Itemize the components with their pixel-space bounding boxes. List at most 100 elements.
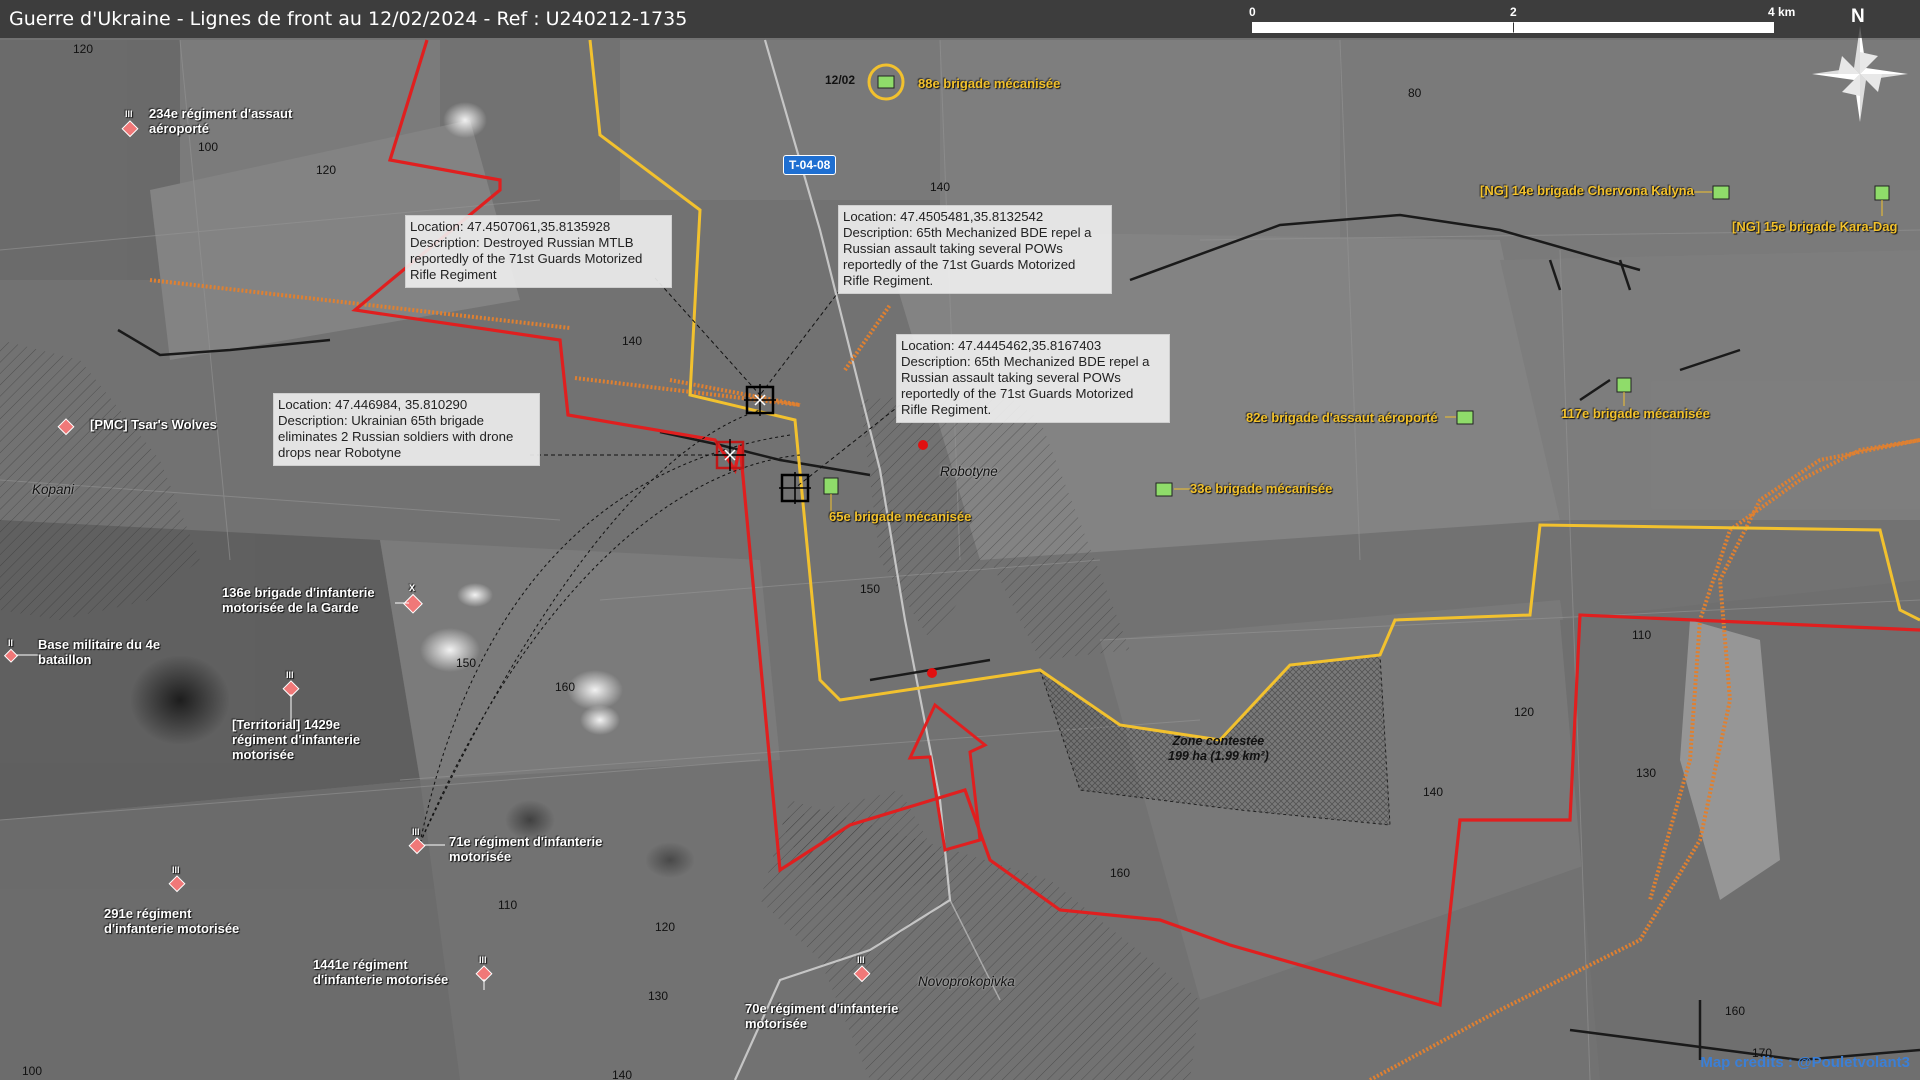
contested-zone-area: 199 ha (1.99 km²) <box>1168 749 1269 763</box>
callout-line: Rifle Regiment <box>410 267 497 282</box>
ru-unit-1441[interactable]: 1441e régiment d'infanterie motorisée <box>313 957 448 987</box>
callout-leaders <box>530 277 901 489</box>
ua-unit-88[interactable]: 88e brigade mécanisée <box>918 76 1060 91</box>
town-robotyne: Robotyne <box>940 464 998 479</box>
unit-label-line: [PMC] Tsar's Wolves <box>90 417 217 432</box>
ua-unit-82[interactable]: 82e brigade d'assaut aéroporté <box>1246 410 1438 425</box>
ru-unit-70[interactable]: 70e régiment d'infanterie motorisée <box>745 1001 898 1031</box>
elevation-label: 120 <box>73 42 94 56</box>
elevation-label: 150 <box>860 582 881 596</box>
ru-unit-4th-base[interactable]: Base militaire du 4e bataillon <box>38 637 160 667</box>
scale-label-4km: 4 km <box>1768 5 1796 19</box>
event-callout-3[interactable]: Location: 47.4445462,35.8167403 Descript… <box>896 334 1170 423</box>
elevation-label: 80 <box>1408 86 1422 100</box>
unit-label-line: 71e régiment d'infanterie <box>449 834 603 849</box>
unit-label-line: aéroporté <box>149 121 209 136</box>
callout-line: reportedly of the 71st Guards Motorized <box>843 257 1076 272</box>
callout-line: Description: Destroyed Russian MTLB <box>410 235 634 250</box>
ru-unit-136[interactable]: 136e brigade d'infanterie motorisée de l… <box>222 585 375 615</box>
event-marker-3[interactable] <box>779 472 811 504</box>
military-overlay <box>3 26 1920 1008</box>
strike-marker <box>927 668 937 678</box>
map-title: Guerre d'Ukraine - Lignes de front au 12… <box>9 8 688 30</box>
unit-label-line: motorisée <box>745 1016 808 1031</box>
elevation-label: 140 <box>622 334 643 348</box>
town-novoprokopivka: Novoprokopivka <box>918 974 1015 989</box>
ru-unit-71[interactable]: 71e régiment d'infanterie motorisée <box>449 834 602 864</box>
echelon-mark: III <box>125 109 133 119</box>
elevation-label: 140 <box>930 180 951 194</box>
contested-zone-label: Zone contestée 199 ha (1.99 km²) <box>1168 734 1269 764</box>
callout-line: Description: 65th Mechanized BDE repel a <box>901 354 1150 369</box>
elevation-label: 160 <box>555 680 576 694</box>
unit-label-line: d'infanterie motorisée <box>313 972 449 987</box>
event-marker-1[interactable] <box>744 384 776 416</box>
echelon-mark: X <box>409 583 416 593</box>
ukrainian-front-line <box>588 39 1920 742</box>
callout-line: Rifle Regiment. <box>901 402 992 417</box>
callout-line: reportedly of the 71st Guards Motorized <box>410 251 643 266</box>
elevation-label: 120 <box>1514 705 1535 719</box>
callout-line: drops near Robotyne <box>278 445 402 460</box>
compass-rose-icon <box>1812 26 1908 122</box>
echelon-mark: III <box>857 955 865 965</box>
unit-label-line: Base militaire du 4e <box>38 637 161 652</box>
ua-unit-33[interactable]: 33e brigade mécanisée <box>1190 481 1332 496</box>
event-callout-2[interactable]: Location: 47.4505481,35.8132542 Descript… <box>838 205 1112 294</box>
elevation-label: 160 <box>1725 1004 1746 1018</box>
unit-label-line: [Territorial] 1429e <box>232 717 341 732</box>
elevation-label: 140 <box>612 1068 633 1080</box>
ua-unit-15-ng[interactable]: [NG] 15e brigade Kara-Dag <box>1732 219 1897 234</box>
compass-north-label: N <box>1851 6 1865 27</box>
callout-line: Location: 47.446984, 35.810290 <box>278 397 468 412</box>
russian-assault-arrow <box>907 702 988 852</box>
town-kopani: Kopani <box>32 482 75 497</box>
elevation-label: 140 <box>1423 785 1444 799</box>
ua-unit-117[interactable]: 117e brigade mécanisée <box>1561 406 1710 421</box>
unit-label-line: 234e régiment d'assaut <box>149 106 293 121</box>
elevation-label: 100 <box>22 1064 43 1078</box>
event-callout-1[interactable]: Location: 47.4507061,35.8135928 Descript… <box>405 215 672 288</box>
callout-line: eliminates 2 Russian soldiers with drone <box>278 429 514 444</box>
callout-line: Russian assault taking several POWs <box>901 370 1121 385</box>
event-callout-4[interactable]: Location: 47.446984, 35.810290 Descripti… <box>273 393 540 466</box>
callout-line: Description: 65th Mechanized BDE repel a <box>843 225 1092 240</box>
elevation-label: 120 <box>316 163 337 177</box>
scale-label-0: 0 <box>1249 5 1256 19</box>
unit-label-line: 70e régiment d'infanterie <box>745 1001 899 1016</box>
callout-line: reportedly of the 71st Guards Motorized <box>901 386 1134 401</box>
unit-label-line: d'infanterie motorisée <box>104 921 240 936</box>
elevation-label: 120 <box>655 920 676 934</box>
echelon-mark: III <box>479 955 487 965</box>
echelon-mark: III <box>172 865 180 875</box>
elevation-label: 110 <box>498 898 518 912</box>
ru-unit-1429[interactable]: [Territorial] 1429e régiment d'infanteri… <box>232 717 360 762</box>
scale-label-2: 2 <box>1510 5 1517 19</box>
road-label-t0408: T-04-08 <box>783 155 837 175</box>
ru-unit-tsars-wolves[interactable]: [PMC] Tsar's Wolves <box>90 417 217 432</box>
ua-unit-14-ng[interactable]: [NG] 14e brigade Chervona Kalyna <box>1480 183 1694 198</box>
callout-line: Russian assault taking several POWs <box>843 241 1063 256</box>
scale-bar <box>1252 22 1774 33</box>
elevation-label: 130 <box>648 989 669 1003</box>
ru-unit-291[interactable]: 291e régiment d'infanterie motorisée <box>104 906 239 936</box>
unit-label-line: bataillon <box>38 652 92 667</box>
callout-line: Location: 47.4505481,35.8132542 <box>843 209 1044 224</box>
unit-label-line: régiment d'infanterie <box>232 732 361 747</box>
map-credits[interactable]: Map credits : @Pouletvolant3 <box>1700 1054 1910 1071</box>
unit-label-line: 1441e régiment <box>313 957 408 972</box>
callout-line: Location: 47.4445462,35.8167403 <box>901 338 1102 353</box>
elevation-label: 150 <box>456 656 477 670</box>
unit-label-line: 291e régiment <box>104 906 192 921</box>
ua-unit-65[interactable]: 65e brigade mécanisée <box>829 509 971 524</box>
front-line-map[interactable]: Guerre d'Ukraine - Lignes de front au 12… <box>0 0 1920 1080</box>
echelon-mark: III <box>412 827 420 837</box>
unit-label-line: motorisée <box>232 747 295 762</box>
contested-zone-name: Zone contestée <box>1172 734 1265 748</box>
ru-unit-234[interactable]: 234e régiment d'assaut aéroporté <box>149 106 292 136</box>
elevation-label: 110 <box>1632 628 1652 642</box>
echelon-mark: II <box>8 638 14 648</box>
unit-label-line: motorisée <box>449 849 512 864</box>
callout-line: Description: Ukrainian 65th brigade <box>278 413 484 428</box>
elevation-label: 100 <box>198 140 219 154</box>
